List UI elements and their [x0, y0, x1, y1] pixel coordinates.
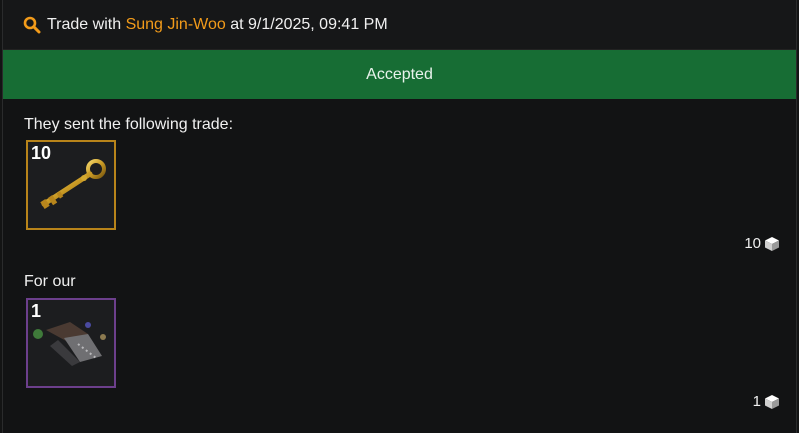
- sent-total: 10: [744, 235, 780, 252]
- trade-panel: Trade with Sung Jin-Woo at 9/1/2025, 09:…: [2, 0, 797, 433]
- sent-total-value: 10: [744, 235, 761, 252]
- item-quantity: 1: [31, 301, 42, 321]
- received-total: 1: [753, 393, 780, 410]
- item-quantity: 10: [31, 143, 52, 163]
- sent-item-key[interactable]: 10: [26, 140, 116, 230]
- cube-icon: [765, 236, 779, 251]
- header-timestamp: at 9/1/2025, 09:41 PM: [230, 15, 388, 33]
- partner-name-link[interactable]: Sung Jin-Woo: [126, 16, 226, 34]
- received-section-label: For our: [24, 273, 76, 290]
- status-bar: Accepted: [3, 50, 796, 99]
- received-item-tool[interactable]: 1: [26, 298, 116, 388]
- cube-icon: [765, 394, 779, 409]
- status-label: Accepted: [366, 65, 433, 83]
- header-prefix: Trade with: [47, 15, 122, 33]
- trade-header: Trade with Sung Jin-Woo at 9/1/2025, 09:…: [3, 0, 796, 50]
- search-icon: [23, 16, 41, 33]
- sent-section-label: They sent the following trade:: [24, 116, 234, 133]
- received-total-value: 1: [752, 393, 761, 410]
